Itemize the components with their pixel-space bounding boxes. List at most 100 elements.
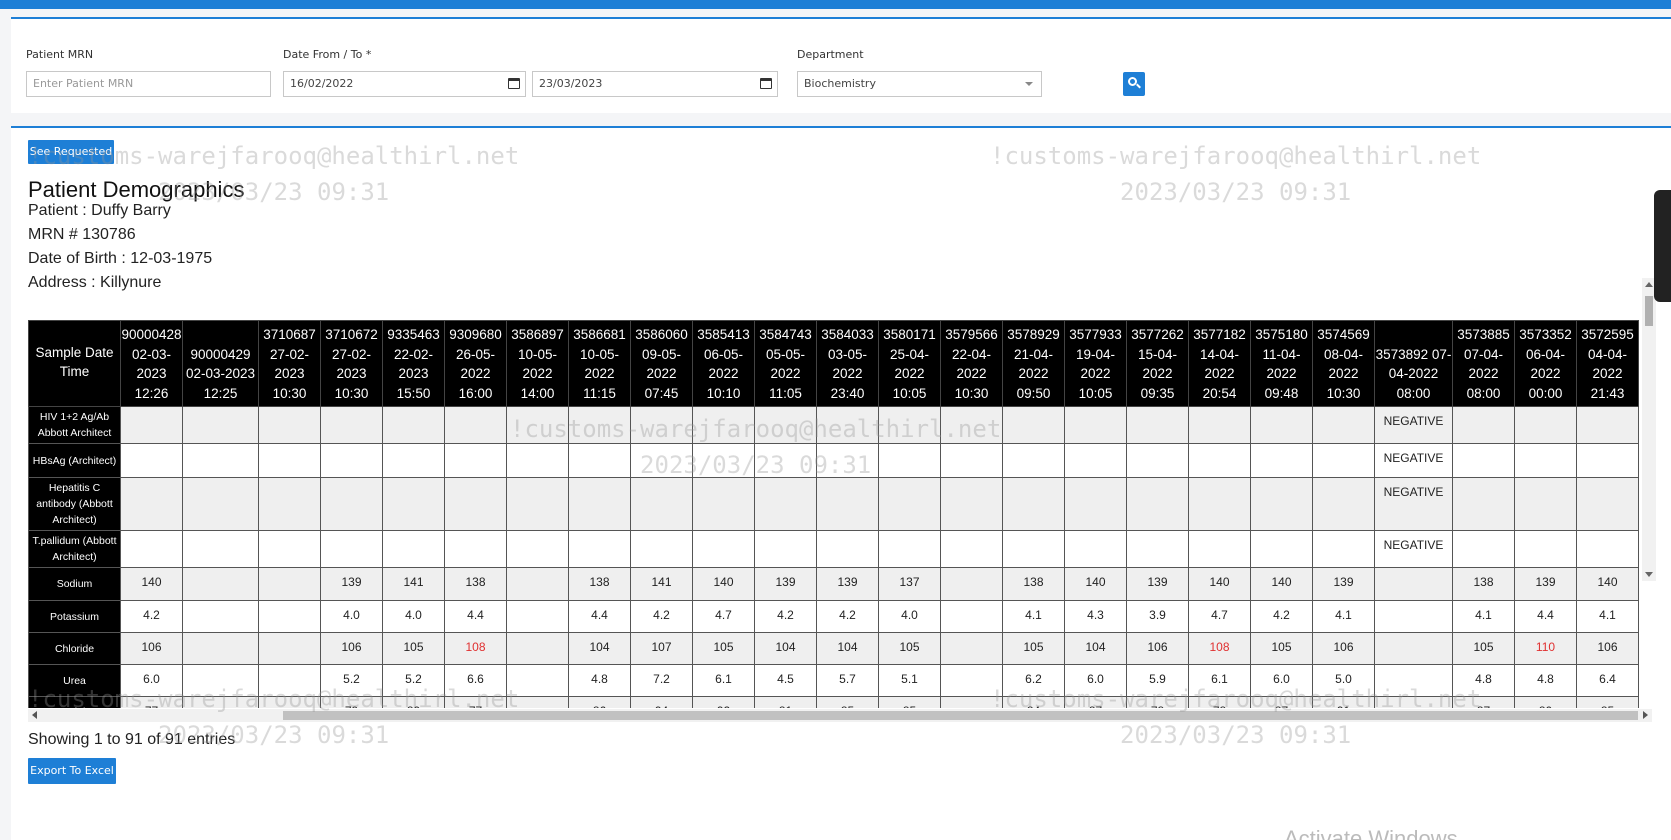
result-cell bbox=[1312, 406, 1375, 444]
calendar-icon[interactable] bbox=[760, 78, 772, 89]
sample-column-header: 3584033 03-05-2022 23:40 bbox=[816, 320, 879, 407]
result-cell bbox=[1250, 443, 1313, 478]
result-cell: 87 bbox=[1064, 696, 1127, 708]
result-cell: NEGATIVE bbox=[1374, 406, 1453, 444]
table-row: Potassium 4.2 4.0 4.0 4.4 4.4 4.2 4.7 4.2 4.2 4.0 4… bbox=[28, 600, 1639, 633]
result-cell bbox=[940, 664, 1003, 697]
sample-column-header: 3573892 07-04-2022 08:00 bbox=[1374, 320, 1453, 407]
result-cell bbox=[444, 477, 507, 531]
result-cell: 85 bbox=[1576, 696, 1639, 708]
result-cell bbox=[258, 443, 321, 478]
result-cell bbox=[1514, 406, 1577, 444]
table-row: HBsAg (Architect) NEGATIVE bbox=[28, 443, 1639, 478]
result-cell bbox=[120, 406, 183, 444]
result-cell bbox=[258, 632, 321, 665]
result-cell bbox=[1374, 567, 1453, 601]
result-cell bbox=[182, 567, 259, 601]
result-cell: 4.1 bbox=[1002, 600, 1065, 633]
result-cell bbox=[1452, 406, 1515, 444]
result-cell: 94 bbox=[630, 696, 693, 708]
date-from-input[interactable]: 16/02/2022 bbox=[283, 71, 526, 97]
results-table: Sample Date Time 90000428 02-03-2023 12:… bbox=[28, 320, 1639, 708]
result-cell: 4.7 bbox=[692, 600, 755, 633]
sample-column-header: 9309680 26-05-2022 16:00 bbox=[444, 320, 507, 407]
result-cell bbox=[444, 530, 507, 568]
side-edge-tab[interactable] bbox=[1654, 190, 1671, 302]
result-cell bbox=[320, 477, 383, 531]
scroll-left-icon[interactable] bbox=[32, 711, 37, 719]
vertical-scrollbar[interactable] bbox=[1642, 278, 1656, 581]
results-table-container[interactable]: Sample Date Time 90000428 02-03-2023 12:… bbox=[28, 320, 1652, 708]
result-cell bbox=[568, 530, 631, 568]
horizontal-scroll-thumb[interactable] bbox=[283, 711, 1638, 720]
sample-column-header: 3578929 21-04-2022 09:50 bbox=[1002, 320, 1065, 407]
result-cell bbox=[382, 530, 445, 568]
result-cell bbox=[816, 530, 879, 568]
result-cell bbox=[182, 664, 259, 697]
result-cell: 5.9 bbox=[1126, 664, 1189, 697]
patient-address: Address : Killynure bbox=[28, 274, 162, 291]
department-select[interactable]: Biochemistry bbox=[797, 71, 1042, 97]
result-cell: 138 bbox=[568, 567, 631, 601]
result-cell bbox=[120, 530, 183, 568]
result-cell bbox=[692, 477, 755, 531]
sample-column-header: 3572595 04-04-2022 21:43 bbox=[1576, 320, 1639, 407]
export-excel-button[interactable]: Export To Excel bbox=[28, 758, 116, 784]
result-cell bbox=[258, 600, 321, 633]
result-cell bbox=[754, 406, 817, 444]
result-cell bbox=[258, 664, 321, 697]
department-label: Department bbox=[797, 48, 864, 61]
result-cell: 105 bbox=[878, 632, 941, 665]
result-cell: 6.0 bbox=[120, 664, 183, 697]
result-cell bbox=[1002, 406, 1065, 444]
top-accent-bar bbox=[0, 0, 1671, 9]
result-cell: 106 bbox=[1126, 632, 1189, 665]
result-cell: 78 bbox=[1188, 696, 1251, 708]
vertical-scroll-thumb[interactable] bbox=[1645, 296, 1653, 326]
result-cell: 4.1 bbox=[1452, 600, 1515, 633]
result-cell bbox=[816, 443, 879, 478]
scroll-right-icon[interactable] bbox=[1643, 711, 1648, 719]
result-cell bbox=[1576, 406, 1639, 444]
result-cell: 87 bbox=[1452, 696, 1515, 708]
result-cell: 140 bbox=[1250, 567, 1313, 601]
date-to-input[interactable]: 23/03/2023 bbox=[532, 71, 778, 97]
result-cell bbox=[506, 443, 569, 478]
table-row: Urea 6.0 5.2 5.2 6.6 4.8 7.2 6.1 4.5 5.7 5.1 6.2 6.0… bbox=[28, 664, 1639, 697]
result-cell bbox=[878, 530, 941, 568]
result-cell bbox=[568, 406, 631, 444]
search-button[interactable] bbox=[1123, 72, 1145, 96]
sample-column-header: 90000429 02-03-2023 12:25 bbox=[182, 320, 259, 407]
result-cell bbox=[258, 696, 321, 708]
sample-column-header: 3577933 19-04-2022 10:05 bbox=[1064, 320, 1127, 407]
result-cell bbox=[444, 443, 507, 478]
result-cell bbox=[1126, 443, 1189, 478]
table-row: HIV 1+2 Ag/Ab Abbott Architect NEGATIVE bbox=[28, 406, 1639, 444]
horizontal-scrollbar[interactable] bbox=[28, 709, 1652, 722]
result-cell: 3.9 bbox=[1126, 600, 1189, 633]
result-cell: 5.1 bbox=[878, 664, 941, 697]
result-cell bbox=[1374, 600, 1453, 633]
result-cell: 4.0 bbox=[320, 600, 383, 633]
result-cell bbox=[1374, 696, 1453, 708]
scroll-down-icon[interactable] bbox=[1645, 572, 1653, 577]
result-cell bbox=[258, 477, 321, 531]
result-cell: 139 bbox=[1126, 567, 1189, 601]
result-cell bbox=[630, 477, 693, 531]
test-name-cell: T.pallidum (Abbott Architect) bbox=[28, 530, 121, 568]
result-cell bbox=[182, 632, 259, 665]
result-cell: 84 bbox=[1002, 696, 1065, 708]
result-cell bbox=[1576, 443, 1639, 478]
result-cell bbox=[568, 477, 631, 531]
calendar-icon[interactable] bbox=[508, 78, 520, 89]
test-name-cell: Urea bbox=[28, 664, 121, 697]
sample-column-header: 3574569 08-04-2022 10:30 bbox=[1312, 320, 1375, 407]
test-name-cell: Sodium bbox=[28, 567, 121, 601]
see-requested-button[interactable]: See Requested bbox=[28, 140, 114, 164]
result-cell: 6.0 bbox=[1064, 664, 1127, 697]
mrn-label: Patient MRN bbox=[26, 48, 94, 61]
scroll-up-icon[interactable] bbox=[1645, 282, 1653, 287]
result-cell bbox=[754, 530, 817, 568]
result-cell bbox=[630, 406, 693, 444]
mrn-input[interactable]: Enter Patient MRN bbox=[26, 71, 271, 97]
